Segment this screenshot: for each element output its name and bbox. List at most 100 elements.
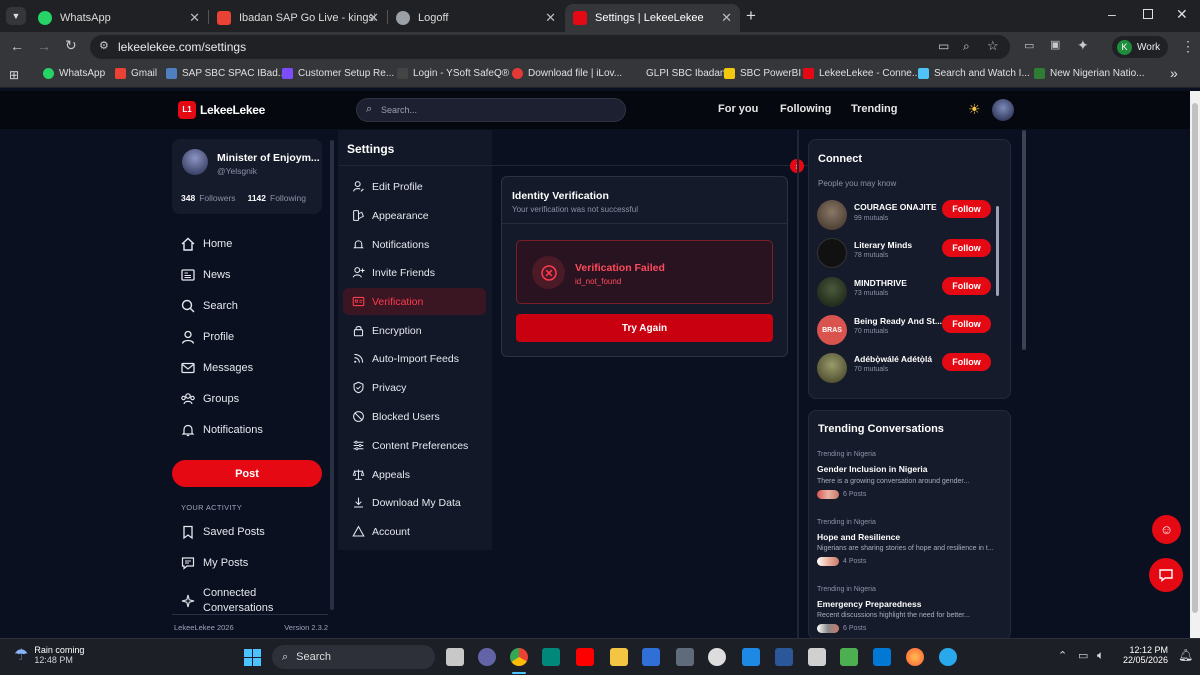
floating-chat-button[interactable]: [1149, 558, 1183, 592]
telegram-icon[interactable]: [939, 648, 957, 666]
person-name[interactable]: Being Ready And St...: [854, 316, 942, 326]
chat-app-icon[interactable]: [840, 648, 858, 666]
settings-item-content-preferences[interactable]: Content Preferences: [352, 439, 468, 452]
zoom-icon[interactable]: ⌕: [963, 39, 970, 54]
follow-button[interactable]: Follow: [942, 239, 991, 257]
avatar[interactable]: BRAS: [817, 315, 847, 345]
follow-button[interactable]: Follow: [942, 353, 991, 371]
teams-icon[interactable]: [478, 648, 496, 666]
clock[interactable]: 12:12 PM 22/05/2026: [1118, 645, 1168, 665]
avatar[interactable]: [817, 238, 847, 268]
bookmark-item[interactable]: New Nigerian Natio...: [1034, 68, 1144, 79]
post-button[interactable]: Post: [172, 460, 322, 487]
bookmark-item[interactable]: SAP SBC SPAC IBad...: [166, 68, 286, 79]
bookmark-item[interactable]: Download file | iLov...: [512, 68, 622, 79]
media-player-icon[interactable]: [708, 648, 726, 666]
volume-icon[interactable]: 🔈︎: [1097, 648, 1104, 663]
floating-assistant-button[interactable]: ☺: [1152, 515, 1181, 544]
brand-logo[interactable]: L1 LekeeLekee: [178, 101, 265, 119]
person-name[interactable]: COURAGE ONAJITE: [854, 202, 937, 212]
bookmark-item[interactable]: Gmail: [115, 68, 157, 79]
page-scrollbar-thumb[interactable]: [1192, 103, 1198, 613]
nav-for-you[interactable]: For you: [718, 103, 758, 115]
calculator-icon[interactable]: [676, 648, 694, 666]
sidebar-item-profile[interactable]: Profile: [180, 329, 234, 345]
main-scrollbar[interactable]: [797, 130, 799, 638]
sidebar-item-connected-conversations[interactable]: Connected Conversations: [180, 586, 281, 616]
close-window-button[interactable]: ✕: [1176, 6, 1188, 23]
user-avatar[interactable]: [992, 99, 1014, 121]
close-icon[interactable]: ✕: [545, 10, 556, 26]
browser-tab-gmail[interactable]: Ibadan SAP Go Live - kingsley.a ✕: [209, 4, 387, 32]
settings-item-download-my-data[interactable]: Download My Data: [352, 496, 461, 509]
browser-tab-logoff[interactable]: Logoff ✕: [388, 4, 564, 32]
person-name[interactable]: MINDTHRIVE: [854, 278, 907, 288]
sidebar-scrollbar[interactable]: [330, 140, 334, 610]
nav-trending[interactable]: Trending: [851, 103, 897, 115]
profile-chip[interactable]: K Work: [1112, 36, 1168, 58]
sidebar-item-saved-posts[interactable]: Saved Posts: [180, 524, 265, 540]
connect-scrollbar[interactable]: [996, 206, 999, 296]
follow-button[interactable]: Follow: [942, 277, 991, 295]
browser-tab-settings[interactable]: Settings | LekeeLekee ✕: [565, 4, 740, 32]
menu-kebab-icon[interactable]: ⋮: [1181, 38, 1195, 55]
close-icon[interactable]: ✕: [721, 10, 732, 26]
minimize-button[interactable]: –: [1108, 6, 1116, 22]
bookmark-item[interactable]: Customer Setup Re...: [282, 68, 394, 79]
site-search[interactable]: ⌕ Search...: [356, 98, 626, 122]
settings-item-privacy[interactable]: Privacy: [352, 381, 406, 394]
bookmark-item[interactable]: GLPI SBC Ibadan: [646, 68, 726, 79]
address-bar[interactable]: ⚙ lekeelekee.com/settings ▭ ⌕ ☆: [90, 35, 1010, 59]
sidebar-item-my-posts[interactable]: My Posts: [180, 555, 248, 571]
restore-button[interactable]: [1143, 9, 1153, 19]
bookmark-star-icon[interactable]: ☆: [987, 38, 999, 54]
settings-item-account[interactable]: Account: [352, 525, 410, 538]
bookmark-item[interactable]: WhatsApp: [43, 68, 105, 79]
follow-button[interactable]: Follow: [942, 315, 991, 333]
forward-arrow-icon[interactable]: →: [37, 38, 51, 54]
nav-following[interactable]: Following: [780, 103, 831, 115]
sidebar-item-search[interactable]: Search: [180, 298, 238, 314]
theme-toggle-sun-icon[interactable]: ☀: [968, 101, 981, 118]
settings-item-notifications[interactable]: Notifications: [352, 238, 429, 251]
settings-item-edit-profile[interactable]: Edit Profile: [352, 180, 423, 193]
bookmark-item[interactable]: Search and Watch I...: [918, 68, 1030, 79]
settings-item-appeals[interactable]: Appeals: [352, 468, 410, 481]
apps-grid-icon[interactable]: ⊞: [9, 68, 19, 82]
close-icon[interactable]: ✕: [189, 10, 200, 26]
bookmark-item[interactable]: SBC PowerBI: [724, 68, 801, 79]
extensions-icon[interactable]: ✦: [1077, 37, 1089, 54]
taskbar-search[interactable]: ⌕ Search: [272, 645, 435, 669]
firefox-icon[interactable]: [906, 648, 924, 666]
person-name[interactable]: Adébọ̀wálé Adétọ̀lá: [854, 354, 932, 364]
vpn-icon[interactable]: [642, 648, 660, 666]
right-column-scrollbar[interactable]: [1022, 130, 1026, 350]
meet-icon[interactable]: [542, 648, 560, 666]
display-icon[interactable]: ▭: [1078, 649, 1088, 662]
outlook-icon[interactable]: [873, 648, 891, 666]
settings-item-blocked-users[interactable]: Blocked Users: [352, 410, 440, 423]
settings-item-auto-import-feeds[interactable]: Auto-Import Feeds: [352, 352, 459, 365]
tab-groups-icon[interactable]: ▭: [1024, 39, 1034, 52]
browser-tab-whatsapp[interactable]: WhatsApp ✕: [30, 4, 208, 32]
youtube-icon[interactable]: [576, 648, 594, 666]
tray-chevron-up-icon[interactable]: ⌃: [1058, 649, 1067, 662]
profile-card[interactable]: Minister of Enjoym... @Yelsgnik 348 Foll…: [172, 139, 322, 214]
cast-icon[interactable]: ▭: [938, 39, 949, 53]
settings-item-invite-friends[interactable]: Invite Friends: [352, 266, 435, 279]
sidebar-item-home[interactable]: Home: [180, 236, 232, 252]
followers-count[interactable]: 348: [181, 193, 195, 203]
close-icon[interactable]: ✕: [368, 10, 379, 26]
back-arrow-icon[interactable]: ←: [10, 38, 24, 54]
try-again-button[interactable]: Try Again: [516, 314, 773, 342]
word-icon[interactable]: [775, 648, 793, 666]
chrome-icon[interactable]: [510, 648, 528, 666]
settings-item-verification[interactable]: Verification: [352, 295, 423, 308]
sidebar-item-messages[interactable]: Messages: [180, 360, 253, 376]
sidebar-item-notifications[interactable]: Notifications: [180, 422, 263, 438]
avatar[interactable]: [817, 353, 847, 383]
store-icon[interactable]: [808, 648, 826, 666]
reload-icon[interactable]: ↻: [65, 37, 77, 54]
tab-search-button[interactable]: ▼: [6, 7, 26, 25]
new-tab-button[interactable]: +: [746, 6, 756, 26]
